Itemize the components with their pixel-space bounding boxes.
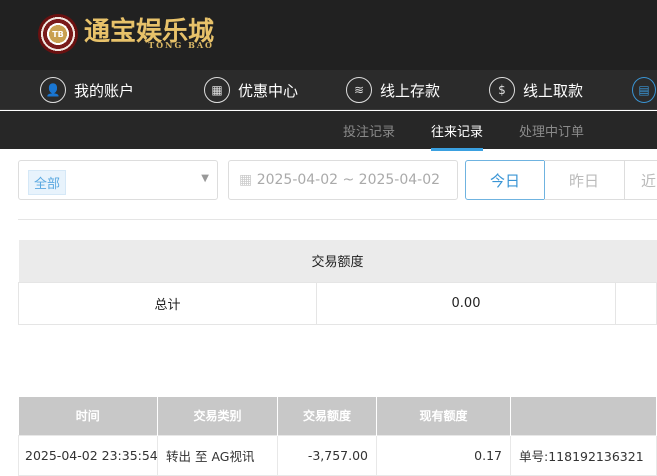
gift-icon: ▦ (204, 77, 230, 103)
cell-balance: 0.17 (376, 434, 511, 476)
summary-value: 0.00 (316, 281, 616, 325)
records-icon: ▤ (632, 77, 656, 103)
col-balance: 现有额度 (376, 397, 511, 435)
main-nav: 👤 我的账户 ▦ 优惠中心 ≋ 线上存款 $ 线上取款 ▤ (0, 70, 657, 110)
transactions-table: 时间 交易类别 交易额度 现有额度 2025-04-02 23:35:54 转出… (18, 397, 657, 476)
calendar-icon: ▦ (239, 172, 253, 188)
col-note (510, 397, 657, 435)
tab-bet-records[interactable]: 投注记录 (343, 121, 395, 140)
cell-time: 2025-04-02 23:35:54 (18, 434, 158, 476)
nav-label: 优惠中心 (238, 81, 299, 100)
nav-label: 线上存款 (380, 81, 441, 100)
nav-deposit[interactable]: ≋ 线上存款 (346, 77, 440, 103)
table-row: 2025-04-02 23:35:54 转出 至 AG视讯 -3,757.00 … (18, 434, 657, 476)
chevron-down-icon: ▼ (201, 173, 209, 184)
deposit-icon: ≋ (346, 77, 372, 103)
logo[interactable]: TB 通宝娱乐城 TONG BAO (38, 14, 214, 54)
type-select[interactable]: 全部 ▼ (18, 160, 218, 200)
cell-amount: -3,757.00 (277, 434, 377, 476)
col-type: 交易类别 (157, 397, 278, 435)
cell-type: 转出 至 AG视讯 (157, 434, 278, 476)
nav-promotions[interactable]: ▦ 优惠中心 (204, 77, 298, 103)
col-time: 时间 (18, 397, 158, 435)
summary-header: 交易额度 (18, 240, 657, 282)
summary-extra (615, 281, 657, 325)
tab-transactions[interactable]: 往来记录 (431, 121, 484, 151)
nav-my-account[interactable]: 👤 我的账户 (40, 77, 134, 103)
col-amount: 交易额度 (277, 397, 377, 435)
selected-tag: 全部 (28, 170, 67, 195)
logo-chip-text: TB (52, 29, 64, 39)
today-button[interactable]: 今日 (465, 160, 545, 200)
tab-pending-orders[interactable]: 处理中订单 (519, 121, 584, 140)
nav-records[interactable]: ▤ (632, 77, 656, 103)
cell-note: 单号:118192136321 (510, 434, 657, 476)
date-range-input[interactable]: ▦ 2025-04-02 ~ 2025-04-02 (228, 160, 458, 200)
nav-withdraw[interactable]: $ 线上取款 (489, 77, 583, 103)
sub-nav: 投注记录 往来记录 处理中订单 (0, 111, 657, 151)
summary-table: 交易额度 总计 0.00 (18, 240, 657, 325)
divider (18, 219, 657, 220)
summary-label: 总计 (18, 281, 317, 325)
date-range-text: 2025-04-02 ~ 2025-04-02 (256, 172, 441, 188)
user-icon: 👤 (40, 77, 66, 103)
yesterday-button[interactable]: 昨日 (544, 160, 625, 200)
recent-button[interactable]: 近 (624, 160, 657, 200)
site-header: TB 通宝娱乐城 TONG BAO (0, 0, 657, 70)
logo-chip-icon: TB (38, 14, 78, 54)
nav-label: 我的账户 (74, 81, 135, 100)
withdraw-icon: $ (489, 77, 515, 103)
nav-label: 线上取款 (523, 81, 584, 100)
